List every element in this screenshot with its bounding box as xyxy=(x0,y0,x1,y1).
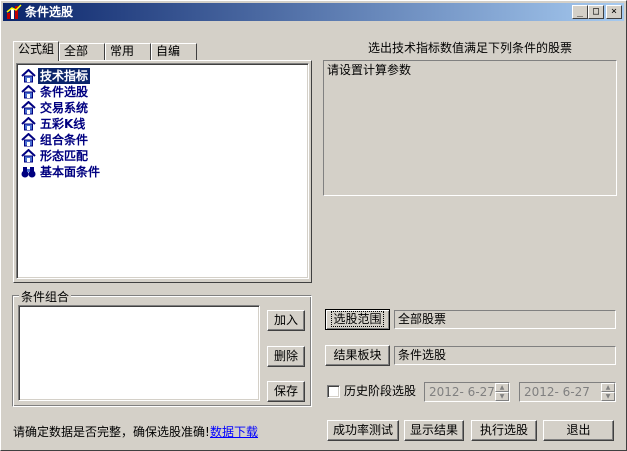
tree-item-label: 形态匹配 xyxy=(40,149,89,163)
house-icon xyxy=(21,149,36,163)
history-label: 历史阶段选股 xyxy=(344,384,417,398)
spin-down-icon[interactable]: ▼ xyxy=(601,392,615,401)
spin-down-icon[interactable]: ▼ xyxy=(495,392,509,401)
spin-up-icon[interactable]: ▲ xyxy=(495,383,509,392)
house-icon xyxy=(21,85,36,99)
house-icon xyxy=(21,69,36,83)
range-button[interactable]: 选股范围 xyxy=(325,309,390,330)
tab-label: 常用 xyxy=(110,44,135,58)
formula-tree[interactable]: 技术指标 条件选股 交易系统 五彩K线 组合条件 形态匹配 基本面条件 xyxy=(16,63,309,279)
house-icon xyxy=(21,117,36,131)
tree-item-label: 交易系统 xyxy=(40,101,89,115)
tab-label: 自编 xyxy=(156,44,181,58)
end-date-spinner[interactable]: ▲ ▼ xyxy=(601,383,615,401)
tree-item-label: 条件选股 xyxy=(40,85,89,99)
tab-formula-group[interactable]: 公式組 xyxy=(13,41,59,61)
tab-label: 全部 xyxy=(64,44,89,58)
execute-selection-button[interactable]: 执行选股 xyxy=(471,420,537,441)
title-bar[interactable]: 条件选股 _ □ × xyxy=(3,3,624,21)
condition-group-label: 条件组合 xyxy=(19,288,72,305)
end-date-value: 2012- 6-27 xyxy=(524,385,590,399)
param-panel[interactable]: 请设置计算参数 xyxy=(323,60,617,196)
close-button[interactable]: × xyxy=(606,5,622,19)
tree-item-label: 五彩K线 xyxy=(40,117,86,131)
start-date-picker[interactable]: 2012- 6-27 ▲ ▼ xyxy=(424,382,510,402)
success-rate-test-button[interactable]: 成功率测试 xyxy=(327,420,399,441)
tree-item-label: 基本面条件 xyxy=(40,165,101,179)
param-prompt: 请设置计算参数 xyxy=(327,63,412,77)
history-checkbox[interactable] xyxy=(327,385,340,398)
delete-button[interactable]: 删除 xyxy=(267,346,305,367)
data-download-link[interactable]: 数据下载 xyxy=(210,425,258,439)
window-title: 条件选股 xyxy=(25,5,74,19)
range-button-label: 选股范围 xyxy=(331,311,384,327)
show-result-button[interactable]: 显示结果 xyxy=(404,420,464,441)
house-icon xyxy=(21,101,36,115)
start-date-spinner[interactable]: ▲ ▼ xyxy=(495,383,509,401)
end-date-picker[interactable]: 2012- 6-27 ▲ ▼ xyxy=(519,382,616,402)
data-notice: 请确定数据是否完整，确保选股准确! xyxy=(13,425,210,439)
tab-common[interactable]: 常用 xyxy=(105,43,151,60)
house-icon xyxy=(21,133,36,147)
save-button[interactable]: 保存 xyxy=(267,381,305,402)
range-field: 全部股票 xyxy=(394,310,616,329)
start-date-value: 2012- 6-27 xyxy=(429,385,495,399)
app-window: 条件选股 _ □ × 公式組 全部 常用 自编 技术指标 条件选股 交易系统 五… xyxy=(0,0,627,451)
tree-item-label: 技术指标 xyxy=(36,67,92,85)
tab-label: 公式組 xyxy=(18,42,55,56)
result-block-field: 条件选股 xyxy=(394,346,616,365)
maximize-button[interactable]: □ xyxy=(588,5,604,19)
result-block-button[interactable]: 结果板块 xyxy=(325,345,390,366)
condition-list[interactable] xyxy=(18,305,260,401)
exit-button[interactable]: 退出 xyxy=(543,420,614,441)
spin-up-icon[interactable]: ▲ xyxy=(601,383,615,392)
binoculars-icon xyxy=(21,167,36,178)
formula-heading: 选出技术指标数值满足下列条件的股票 xyxy=(367,41,572,55)
tab-custom[interactable]: 自编 xyxy=(151,43,197,60)
tab-all[interactable]: 全部 xyxy=(59,43,105,60)
app-icon xyxy=(6,4,22,19)
add-button[interactable]: 加入 xyxy=(267,310,305,331)
tree-item-label: 组合条件 xyxy=(40,133,89,147)
minimize-button[interactable]: _ xyxy=(572,5,588,19)
